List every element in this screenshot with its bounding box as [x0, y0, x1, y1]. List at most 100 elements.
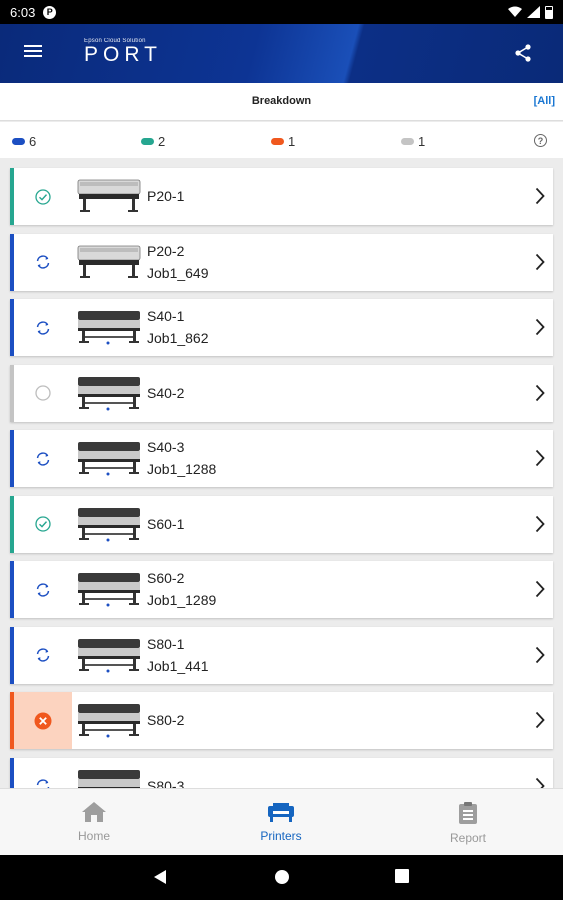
- status-cell: [14, 430, 72, 487]
- check-circle-icon: [35, 516, 51, 532]
- printer-thumbnail: [77, 375, 141, 411]
- status-cell: [14, 168, 72, 225]
- offline-dot: [401, 138, 414, 145]
- count-printing[interactable]: 6: [12, 134, 36, 149]
- printer-name: S60-2: [147, 570, 185, 586]
- large-format-printer-icon: [78, 704, 140, 738]
- job-name: Job1_1289: [147, 592, 217, 608]
- notification-icon: P: [43, 5, 57, 19]
- printer-row[interactable]: S80-2: [10, 692, 553, 749]
- printer-name: S40-2: [147, 384, 185, 401]
- count-error[interactable]: 1: [271, 134, 295, 149]
- nav-home[interactable]: Home: [34, 789, 154, 856]
- printer-name: S40-3: [147, 439, 185, 455]
- battery-icon: [545, 5, 553, 19]
- printer-name: S80-2: [147, 712, 185, 728]
- status-cell: [14, 299, 72, 356]
- chevron-right-icon: [535, 449, 545, 467]
- printer-thumbnail: [77, 506, 141, 542]
- status-cell: [14, 234, 72, 291]
- job-name: Job1_441: [147, 657, 209, 674]
- count-printing-value: 6: [29, 134, 37, 149]
- large-format-printer-icon: [78, 442, 140, 476]
- error-circle-icon: [34, 712, 52, 729]
- printer-row[interactable]: P20-2 Job1_649: [10, 233, 553, 291]
- printer-thumbnail: [77, 702, 141, 738]
- printer-row[interactable]: S40-2: [10, 364, 553, 422]
- printer-list: P20-1 P20-2 Job1_649 S40-1 Job1_862 S40-2 S40-…: [0, 160, 563, 788]
- printer-row[interactable]: S60-2 Job1_1289: [10, 561, 553, 618]
- breakdown-title: Breakdown: [251, 95, 312, 107]
- chevron-right-icon: [535, 253, 545, 271]
- nav-report-label: Report: [449, 831, 487, 845]
- share-icon: [515, 44, 531, 62]
- printer-thumbnail: [77, 440, 141, 476]
- logo-subtitle: Epson Cloud Solution: [84, 38, 146, 44]
- sync-icon: [36, 779, 50, 788]
- large-format-printer-icon: [77, 179, 141, 212]
- signal-icon: [527, 6, 540, 18]
- large-format-printer-icon: [78, 507, 140, 541]
- home-icon: [82, 802, 106, 822]
- status-time: 6:03: [10, 4, 36, 20]
- printer-thumbnail: [77, 309, 141, 345]
- back-icon[interactable]: [153, 869, 167, 885]
- large-format-printer-icon: [78, 376, 140, 410]
- nav-home-label: Home: [77, 829, 110, 843]
- printer-row[interactable]: S60-1: [10, 495, 553, 553]
- printer-row[interactable]: P20-1: [10, 168, 553, 225]
- printing-dot: [12, 138, 25, 145]
- printer-row[interactable]: S40-3 Job1_1288: [10, 430, 553, 487]
- printer-row[interactable]: S40-1 Job1_862: [10, 299, 553, 356]
- chevron-right-icon: [535, 187, 545, 205]
- printer-name: P20-1: [147, 188, 185, 204]
- count-ready-value: 2: [158, 134, 166, 149]
- chevron-right-icon: [535, 384, 545, 402]
- large-format-printer-icon: [78, 573, 140, 607]
- job-name: Job1_1288: [147, 461, 217, 477]
- count-offline[interactable]: 1: [401, 134, 425, 149]
- chevron-right-icon: [535, 777, 545, 788]
- chevron-right-icon: [535, 711, 545, 729]
- printer-name: S80-3: [147, 777, 185, 789]
- sync-icon: [36, 320, 50, 335]
- large-format-printer-icon: [78, 638, 140, 672]
- chevron-right-icon: [535, 515, 545, 533]
- large-format-printer-icon: [78, 311, 140, 345]
- nav-printers-label: Printers: [260, 829, 302, 843]
- bottom-navigation: Home Printers Report: [0, 788, 563, 855]
- error-dot: [271, 138, 284, 145]
- status-icons: [508, 5, 553, 19]
- chevron-right-icon: [535, 318, 545, 336]
- printer-row[interactable]: S80-1 Job1_441: [10, 626, 553, 684]
- status-cell: [14, 692, 72, 749]
- status-cell: [14, 627, 72, 684]
- count-offline-value: 1: [418, 134, 426, 149]
- count-ready[interactable]: 2: [141, 134, 165, 149]
- large-format-printer-icon: [77, 245, 141, 278]
- wifi-icon: [508, 6, 522, 17]
- count-error-value: 1: [288, 134, 296, 149]
- nav-printers[interactable]: Printers: [221, 789, 341, 856]
- system-status-bar: 6:03 P: [0, 0, 563, 24]
- printer-thumbnail: [77, 637, 141, 673]
- status-counts: 6 2 1 1 ?: [0, 122, 563, 158]
- job-name: Job1_862: [147, 330, 209, 346]
- logo-title: PORT: [84, 43, 162, 66]
- nav-report[interactable]: Report: [408, 789, 528, 856]
- chevron-right-icon: [535, 580, 545, 598]
- check-circle-icon: [35, 188, 51, 205]
- printer-name: S60-1: [147, 515, 185, 532]
- all-filter-link[interactable]: [All]: [534, 95, 555, 107]
- status-cell: [14, 561, 72, 618]
- recents-icon[interactable]: [395, 869, 409, 883]
- home-circle-icon[interactable]: [274, 869, 290, 885]
- empty-circle-icon: [35, 385, 51, 401]
- large-format-printer-icon: [78, 769, 140, 788]
- printer-row[interactable]: S80-3: [10, 757, 553, 789]
- hamburger-icon: [24, 45, 42, 47]
- clipboard-icon: [459, 802, 477, 824]
- help-icon[interactable]: ?: [534, 134, 547, 147]
- menu-button[interactable]: [22, 42, 44, 64]
- share-button[interactable]: [513, 43, 533, 63]
